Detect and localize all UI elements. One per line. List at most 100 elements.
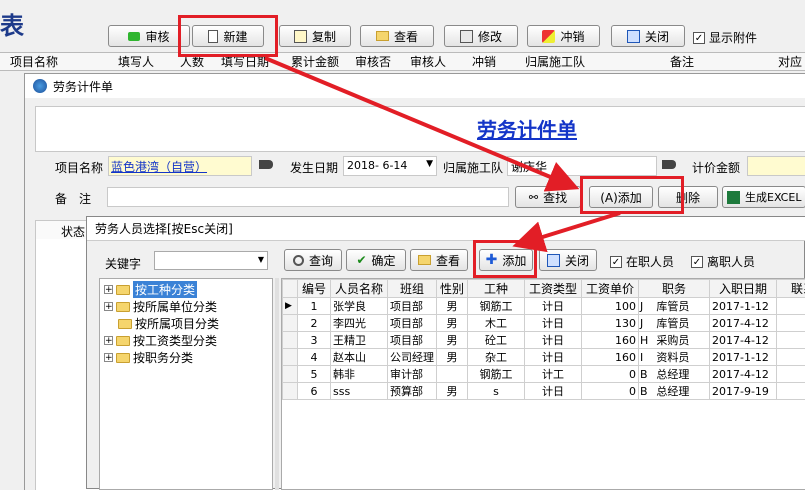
view-button[interactable]: 查看 <box>360 25 434 47</box>
col-auditor[interactable]: 审核人 <box>410 53 446 70</box>
col-wage-price[interactable]: 工资单价 <box>582 280 639 298</box>
confirm-button[interactable]: ✔ 确定 <box>346 249 406 271</box>
expand-icon[interactable]: + <box>104 302 113 311</box>
tree-item-by-wage-type[interactable]: + 按工资类型分类 <box>100 332 217 349</box>
amount-field[interactable] <box>747 156 805 176</box>
excel-icon <box>727 191 740 204</box>
close-button[interactable]: 关闭 <box>611 25 685 47</box>
cell-position-code: B <box>639 366 655 383</box>
cell-wage-price: 130 <box>582 315 639 332</box>
chevron-down-icon[interactable]: ▼ <box>426 159 433 169</box>
query-button[interactable]: 查询 <box>284 249 342 271</box>
col-wage-type[interactable]: 工资类型 <box>525 280 582 298</box>
cell-phone <box>777 383 805 400</box>
worker-grid-header: 编号 人员名称 班组 性别 工种 工资类型 工资单价 职务 入职日期 联系电 <box>283 280 805 298</box>
table-row[interactable]: ▶1张学良项目部男钢筋工计日100J库管员2017-1-12 <box>283 298 805 315</box>
col-phone[interactable]: 联系电 <box>777 280 805 298</box>
folder-icon <box>116 285 130 295</box>
col-team[interactable]: 归属施工队 <box>525 53 585 70</box>
find-label: 查找 <box>543 189 567 206</box>
highlight-dialog-add-button <box>473 240 537 278</box>
project-field[interactable]: 蓝色港湾（自营） <box>108 156 252 176</box>
cell-trade: 砼工 <box>468 332 525 349</box>
in-service-checkbox[interactable]: ✓ 在职人员 <box>610 253 674 270</box>
copy-button[interactable]: 复制 <box>279 25 351 47</box>
col-project-name[interactable]: 项目名称 <box>10 53 58 70</box>
show-attachment-checkbox[interactable]: ✓ 显示附件 <box>693 29 757 46</box>
team-pick-icon[interactable] <box>662 160 676 169</box>
row-indicator[interactable] <box>283 366 298 383</box>
close-label: 关闭 <box>645 28 669 45</box>
col-trade[interactable]: 工种 <box>468 280 525 298</box>
dialog-close-button[interactable]: 关闭 <box>539 249 597 271</box>
splitter[interactable] <box>275 278 279 490</box>
col-id[interactable]: 编号 <box>298 280 331 298</box>
left-staff-checkbox[interactable]: ✓ 离职人员 <box>691 253 755 270</box>
cell-phone <box>777 315 805 332</box>
keyword-combobox[interactable]: ▼ <box>154 251 268 270</box>
cell-gender <box>437 366 468 383</box>
reverse-button[interactable]: 冲销 <box>527 25 600 47</box>
row-indicator[interactable] <box>283 383 298 400</box>
cell-id: 2 <box>298 315 331 332</box>
col-group[interactable]: 班组 <box>388 280 437 298</box>
row-indicator[interactable] <box>283 332 298 349</box>
col-position[interactable]: 职务 <box>639 280 710 298</box>
piecework-window-title: 劳务计件单 <box>53 78 113 95</box>
team-label: 归属施工队 <box>443 159 503 176</box>
col-total-amount[interactable]: 累计金额 <box>291 53 339 70</box>
cell-wage-type: 计日 <box>525 315 582 332</box>
row-indicator[interactable]: ▶ <box>283 298 298 315</box>
col-remark[interactable]: 备注 <box>670 53 694 70</box>
col-reverse[interactable]: 冲销 <box>472 53 496 70</box>
cell-name: sss <box>331 383 388 400</box>
table-row[interactable]: 5韩非审计部钢筋工计工0B总经理2017-4-12 <box>283 366 805 383</box>
project-pick-icon[interactable] <box>259 160 273 169</box>
date-value: 2018- 6-14 <box>347 159 407 172</box>
col-join-date[interactable]: 入职日期 <box>710 280 777 298</box>
folder-icon <box>376 31 389 41</box>
tree-item-by-trade[interactable]: + 按工种分类 <box>100 281 197 298</box>
table-row[interactable]: 3王精卫项目部男砼工计日160H采购员2017-4-12 <box>283 332 805 349</box>
modify-button[interactable]: 修改 <box>444 25 518 47</box>
cell-join-date: 2017-4-12 <box>710 315 777 332</box>
remark-field[interactable] <box>107 187 509 207</box>
col-status[interactable]: 状态 <box>61 223 85 240</box>
highlight-form-add-button <box>580 176 684 214</box>
generate-excel-button[interactable]: 生成EXCEL <box>722 186 805 208</box>
col-audited[interactable]: 审核否 <box>355 53 391 70</box>
find-button[interactable]: ⚯ 查找 <box>515 186 581 208</box>
row-indicator[interactable] <box>283 315 298 332</box>
worker-select-dialog: 劳务人员选择[按Esc关闭] 关键字 ▼ 查询 ✔ 确定 查看 ✚ 添加 关闭 … <box>86 216 805 489</box>
date-picker[interactable]: 2018- 6-14 ▼ <box>343 156 437 176</box>
table-row[interactable]: 2李四光项目部男木工计日130J库管员2017-4-12 <box>283 315 805 332</box>
row-indicator[interactable] <box>283 349 298 366</box>
cell-phone <box>777 298 805 315</box>
tree-item-by-unit[interactable]: + 按所属单位分类 <box>100 298 217 315</box>
dialog-titlebar[interactable]: 劳务人员选择[按Esc关闭] <box>87 217 805 241</box>
col-gender[interactable]: 性别 <box>437 280 468 298</box>
tree-item-by-project[interactable]: 按所属项目分类 <box>100 315 219 332</box>
chevron-down-icon[interactable]: ▼ <box>258 255 264 264</box>
piecework-titlebar[interactable]: 劳务计件单 <box>25 74 805 98</box>
checkbox-checked-icon: ✓ <box>693 32 705 44</box>
col-filler[interactable]: 填写人 <box>118 53 154 70</box>
table-row[interactable]: 4赵本山公司经理男杂工计日160I资料员2017-1-12 <box>283 349 805 366</box>
col-name[interactable]: 人员名称 <box>331 280 388 298</box>
cell-position: 总经理 <box>654 366 709 383</box>
project-value: 蓝色港湾（自营） <box>111 158 207 175</box>
tree-item-by-position[interactable]: + 按职务分类 <box>100 349 193 366</box>
team-field[interactable]: 谢庆华 <box>507 156 657 176</box>
highlight-new-button <box>178 15 278 57</box>
expand-icon[interactable]: + <box>104 336 113 345</box>
cell-wage-type: 计日 <box>525 298 582 315</box>
expand-icon[interactable]: + <box>104 285 113 294</box>
table-row[interactable]: 6sss预算部男s计日0B总经理2017-9-19 <box>283 383 805 400</box>
keyword-label: 关键字 <box>105 255 141 272</box>
dialog-view-button[interactable]: 查看 <box>410 249 468 271</box>
app-logo-icon <box>33 79 47 93</box>
row-indicator-header <box>283 280 298 298</box>
cell-gender: 男 <box>437 315 468 332</box>
team-value: 谢庆华 <box>511 158 547 175</box>
expand-icon[interactable]: + <box>104 353 113 362</box>
